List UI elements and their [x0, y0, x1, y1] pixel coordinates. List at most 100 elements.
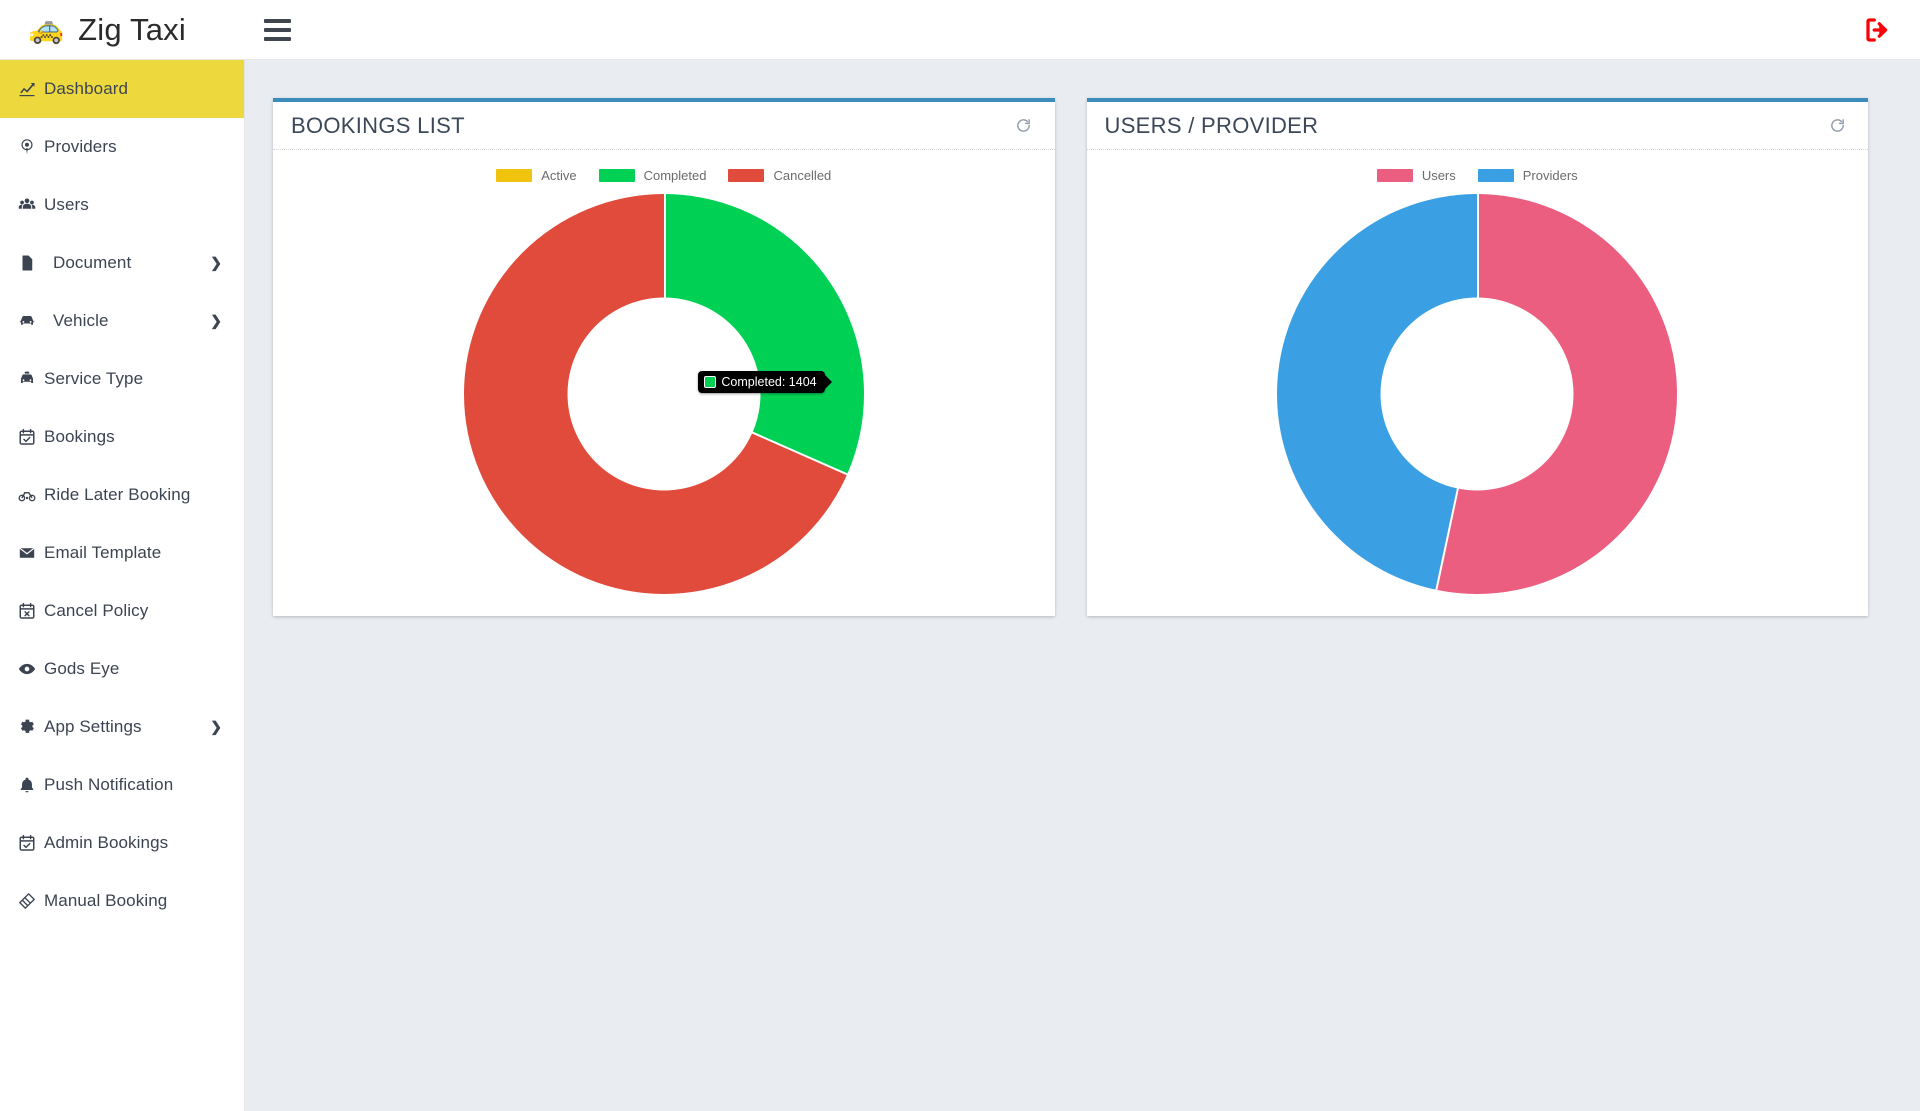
slice-divider	[1435, 393, 1480, 590]
users-group-icon	[10, 196, 44, 214]
legend-swatch	[598, 168, 635, 182]
card-header: BOOKINGS LIST	[273, 102, 1055, 150]
legend-item-completed[interactable]: Completed	[598, 167, 707, 183]
chevron-right-icon[interactable]: ❯	[210, 313, 222, 330]
sidebar-item-admin-bookings[interactable]: Admin Bookings	[0, 814, 244, 872]
sidebar-item-cancel-policy[interactable]: Cancel Policy	[0, 582, 244, 640]
brand-area[interactable]: 🚕 Zig Taxi	[0, 0, 245, 60]
refresh-glyph	[1830, 119, 1844, 132]
sidebar-item-label: Document	[53, 253, 132, 272]
legend-label: Active	[541, 167, 577, 183]
sidebar-item-label: Dashboard	[44, 79, 129, 98]
calendar-x-icon-glyph	[19, 602, 35, 619]
chart-tooltip: Completed: 1404	[698, 370, 825, 393]
sidebar-item-gods-eye[interactable]: Gods Eye	[0, 640, 244, 698]
sidebar-item-users[interactable]: Users	[0, 176, 244, 234]
sidebar-item-label: Bookings	[44, 427, 115, 446]
eye-icon	[10, 660, 44, 678]
legend-item-cancelled[interactable]: Cancelled	[728, 168, 831, 183]
donut-chart-users-provider	[1101, 194, 1855, 594]
page-title: BOOKINGS LIST	[291, 112, 465, 138]
hamburger-bar	[263, 36, 291, 41]
sidebar-item-label: Push Notification	[44, 775, 174, 794]
sidebar-item-service-type[interactable]: Service Type	[0, 350, 244, 408]
sidebar-item-label: Email Template	[44, 543, 162, 562]
page-title: USERS / PROVIDER	[1104, 112, 1319, 138]
car-icon	[10, 312, 44, 330]
legend-item-active[interactable]: Active	[496, 167, 577, 183]
logout-arrow-icon[interactable]	[1858, 10, 1898, 50]
calendar-check-icon-glyph	[19, 834, 35, 851]
sidebar-item-app-settings[interactable]: App Settings ❯	[0, 698, 244, 756]
sidebar-item-document[interactable]: Document ❯	[0, 234, 244, 292]
legend-swatch	[1477, 168, 1514, 182]
card-header: USERS / PROVIDER	[1086, 102, 1868, 150]
slice-divider	[663, 194, 666, 394]
calendar-check-icon	[10, 834, 44, 852]
sidebar-item-label: Ride Later Booking	[44, 485, 191, 504]
gear-icon-glyph	[20, 719, 34, 733]
sidebar-item-bookings[interactable]: Bookings	[0, 408, 244, 466]
calendar-check-icon-glyph	[19, 428, 35, 445]
sidebar-item-label: Users	[44, 195, 89, 214]
legend-item-users[interactable]: Users	[1376, 168, 1456, 183]
top-navbar: 🚕 Zig Taxi	[0, 0, 1920, 60]
slice-divider	[664, 393, 849, 476]
dashboard-cards-row: BOOKINGS LIST Active Completed Cancelled C…	[245, 60, 1920, 616]
sidebar-item-vehicle[interactable]: Vehicle ❯	[0, 292, 244, 350]
users-group-icon-glyph	[18, 198, 36, 209]
legend-item-providers[interactable]: Providers	[1477, 168, 1578, 183]
tooltip-text: Completed: 1404	[721, 374, 817, 389]
eye-icon-glyph	[18, 663, 36, 675]
refresh-icon[interactable]	[1824, 113, 1850, 139]
taxi-car-icon: 🚕	[28, 13, 65, 45]
sidebar-item-push-notification[interactable]: Push Notification	[0, 756, 244, 814]
envelope-icon	[10, 544, 44, 562]
sidebar-item-label: Manual Booking	[44, 891, 168, 910]
bicycle-icon	[10, 486, 44, 504]
sidebar-item-label: Vehicle	[53, 311, 109, 330]
card-bookings-list: BOOKINGS LIST Active Completed Cancelled C…	[273, 98, 1055, 616]
hamburger-icon[interactable]	[257, 10, 297, 50]
taxi-icon	[10, 370, 44, 388]
refresh-icon[interactable]	[1011, 113, 1037, 139]
gear-icon	[10, 718, 44, 736]
bell-icon	[10, 776, 44, 794]
hamburger-bar	[263, 27, 291, 32]
refresh-glyph	[1017, 119, 1030, 132]
chevron-right-icon[interactable]: ❯	[210, 719, 222, 736]
chart-line-icon	[10, 80, 44, 98]
slice-divider	[1477, 194, 1480, 394]
main-content: BOOKINGS LIST Active Completed Cancelled C…	[245, 60, 1920, 1111]
bicycle-icon-glyph	[18, 492, 36, 502]
sidebar-item-label: Admin Bookings	[44, 833, 169, 852]
sidebar-item-label: Service Type	[44, 369, 144, 388]
envelope-icon-glyph	[19, 547, 35, 558]
bell-icon-glyph	[20, 777, 34, 793]
file-icon	[10, 254, 44, 272]
taxi-icon-glyph	[21, 371, 33, 383]
card-body: Users Providers	[1087, 150, 1869, 616]
chart-legend: Active Completed Cancelled	[287, 162, 1041, 188]
chart-legend: Users Providers	[1101, 162, 1855, 188]
donut-chart-bookings: Completed: 1404	[287, 194, 1041, 594]
legend-swatch	[728, 168, 765, 182]
sidebar-item-dashboard[interactable]: Dashboard	[0, 60, 244, 118]
sidebar-item-ride-later-booking[interactable]: Ride Later Booking	[0, 466, 244, 524]
sidebar-item-label: Cancel Policy	[44, 601, 149, 620]
sidebar-item-label: Gods Eye	[44, 659, 120, 678]
sidebar-item-providers[interactable]: Providers	[0, 118, 244, 176]
sidebar-navigation: Dashboard Providers Users Document ❯ Vehicle ❯…	[0, 60, 245, 1111]
donut-ring[interactable]	[1277, 194, 1678, 594]
card-body: Active Completed Cancelled Completed: 1404	[273, 150, 1055, 616]
legend-label: Cancelled	[773, 167, 832, 183]
sidebar-item-email-template[interactable]: Email Template	[0, 524, 244, 582]
calendar-x-icon	[10, 602, 44, 620]
sidebar-item-manual-booking[interactable]: Manual Booking	[0, 872, 244, 930]
legend-label: Completed	[643, 167, 707, 183]
legend-swatch	[496, 168, 533, 182]
donut-ring[interactable]	[463, 194, 864, 594]
car-icon-glyph	[19, 316, 35, 325]
chart-line-icon-glyph	[19, 83, 35, 97]
chevron-right-icon[interactable]: ❯	[210, 255, 222, 272]
